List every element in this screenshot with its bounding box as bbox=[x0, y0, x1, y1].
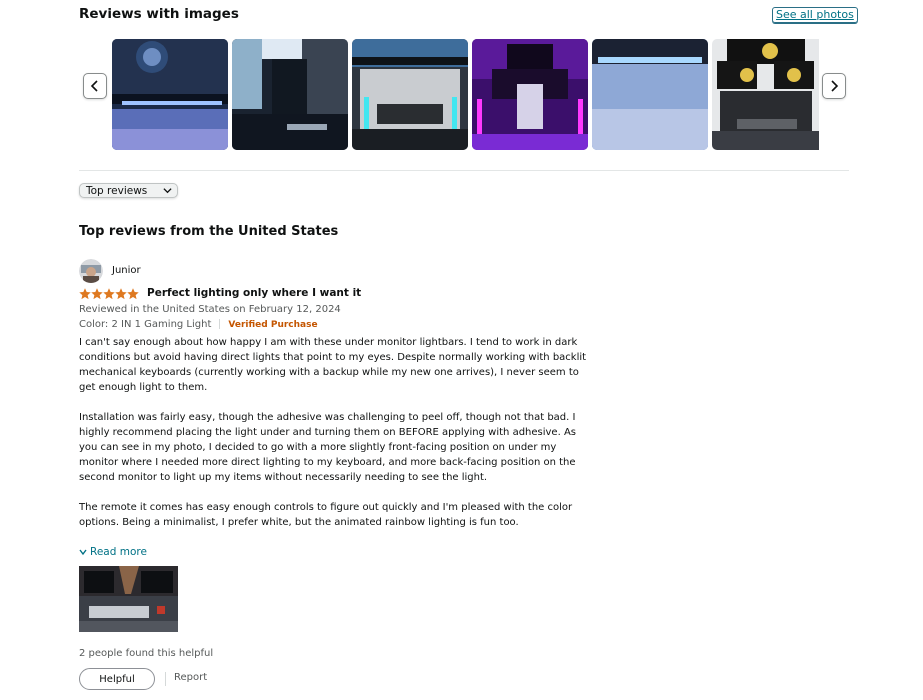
review-image-thumb[interactable] bbox=[232, 39, 348, 150]
avatar[interactable] bbox=[79, 259, 103, 283]
read-more-label: Read more bbox=[90, 546, 147, 558]
carousel-next-button[interactable] bbox=[822, 73, 846, 99]
top-reviews-heading: Top reviews from the United States bbox=[79, 224, 339, 239]
helpful-button[interactable]: Helpful bbox=[79, 668, 155, 690]
star-icon bbox=[127, 288, 139, 300]
chevron-left-icon bbox=[90, 80, 98, 92]
chevron-down-icon bbox=[79, 549, 87, 556]
review-image-thumb[interactable] bbox=[112, 39, 228, 150]
carousel-prev-button[interactable] bbox=[83, 73, 107, 99]
section-divider bbox=[79, 170, 849, 171]
review-paragraph: I can't say enough about how happy I am … bbox=[79, 337, 587, 393]
chevron-right-icon bbox=[831, 80, 839, 92]
sort-selected-value: Top reviews bbox=[86, 185, 148, 197]
star-rating[interactable] bbox=[79, 288, 139, 300]
verified-purchase-badge: Verified Purchase bbox=[228, 320, 318, 330]
review-image-thumb[interactable] bbox=[592, 39, 708, 150]
sort-reviews-dropdown[interactable]: Top reviews bbox=[79, 183, 178, 198]
review-variant[interactable]: Color: 2 IN 1 Gaming Light bbox=[79, 319, 211, 330]
separator bbox=[165, 672, 166, 686]
review-date: Reviewed in the United States on Februar… bbox=[79, 304, 341, 315]
helpful-count: 2 people found this helpful bbox=[79, 648, 214, 659]
review-title[interactable]: Perfect lighting only where I want it bbox=[147, 287, 361, 299]
review-image-thumb[interactable] bbox=[352, 39, 468, 150]
reviews-with-images-title: Reviews with images bbox=[79, 6, 239, 22]
see-all-photos-link[interactable]: See all photos bbox=[772, 7, 858, 23]
star-icon bbox=[79, 288, 91, 300]
review-body: I can't say enough about how happy I am … bbox=[79, 335, 591, 545]
star-icon bbox=[103, 288, 115, 300]
review-image-thumb[interactable] bbox=[712, 39, 819, 150]
review-paragraph: The remote it comes has easy enough cont… bbox=[79, 502, 573, 528]
report-link[interactable]: Report bbox=[174, 672, 207, 683]
review-photo[interactable] bbox=[79, 566, 178, 632]
reviewer-name[interactable]: Junior bbox=[112, 265, 141, 276]
review-variant-line: Color: 2 IN 1 Gaming Light Verified Purch… bbox=[79, 319, 318, 330]
star-icon bbox=[91, 288, 103, 300]
separator bbox=[219, 319, 221, 329]
chevron-down-icon bbox=[163, 188, 172, 194]
read-more-link[interactable]: Read more bbox=[79, 546, 147, 558]
review-paragraph: Installation was fairly easy, though the… bbox=[79, 412, 576, 483]
star-icon bbox=[115, 288, 127, 300]
review-image-thumb[interactable] bbox=[472, 39, 588, 150]
